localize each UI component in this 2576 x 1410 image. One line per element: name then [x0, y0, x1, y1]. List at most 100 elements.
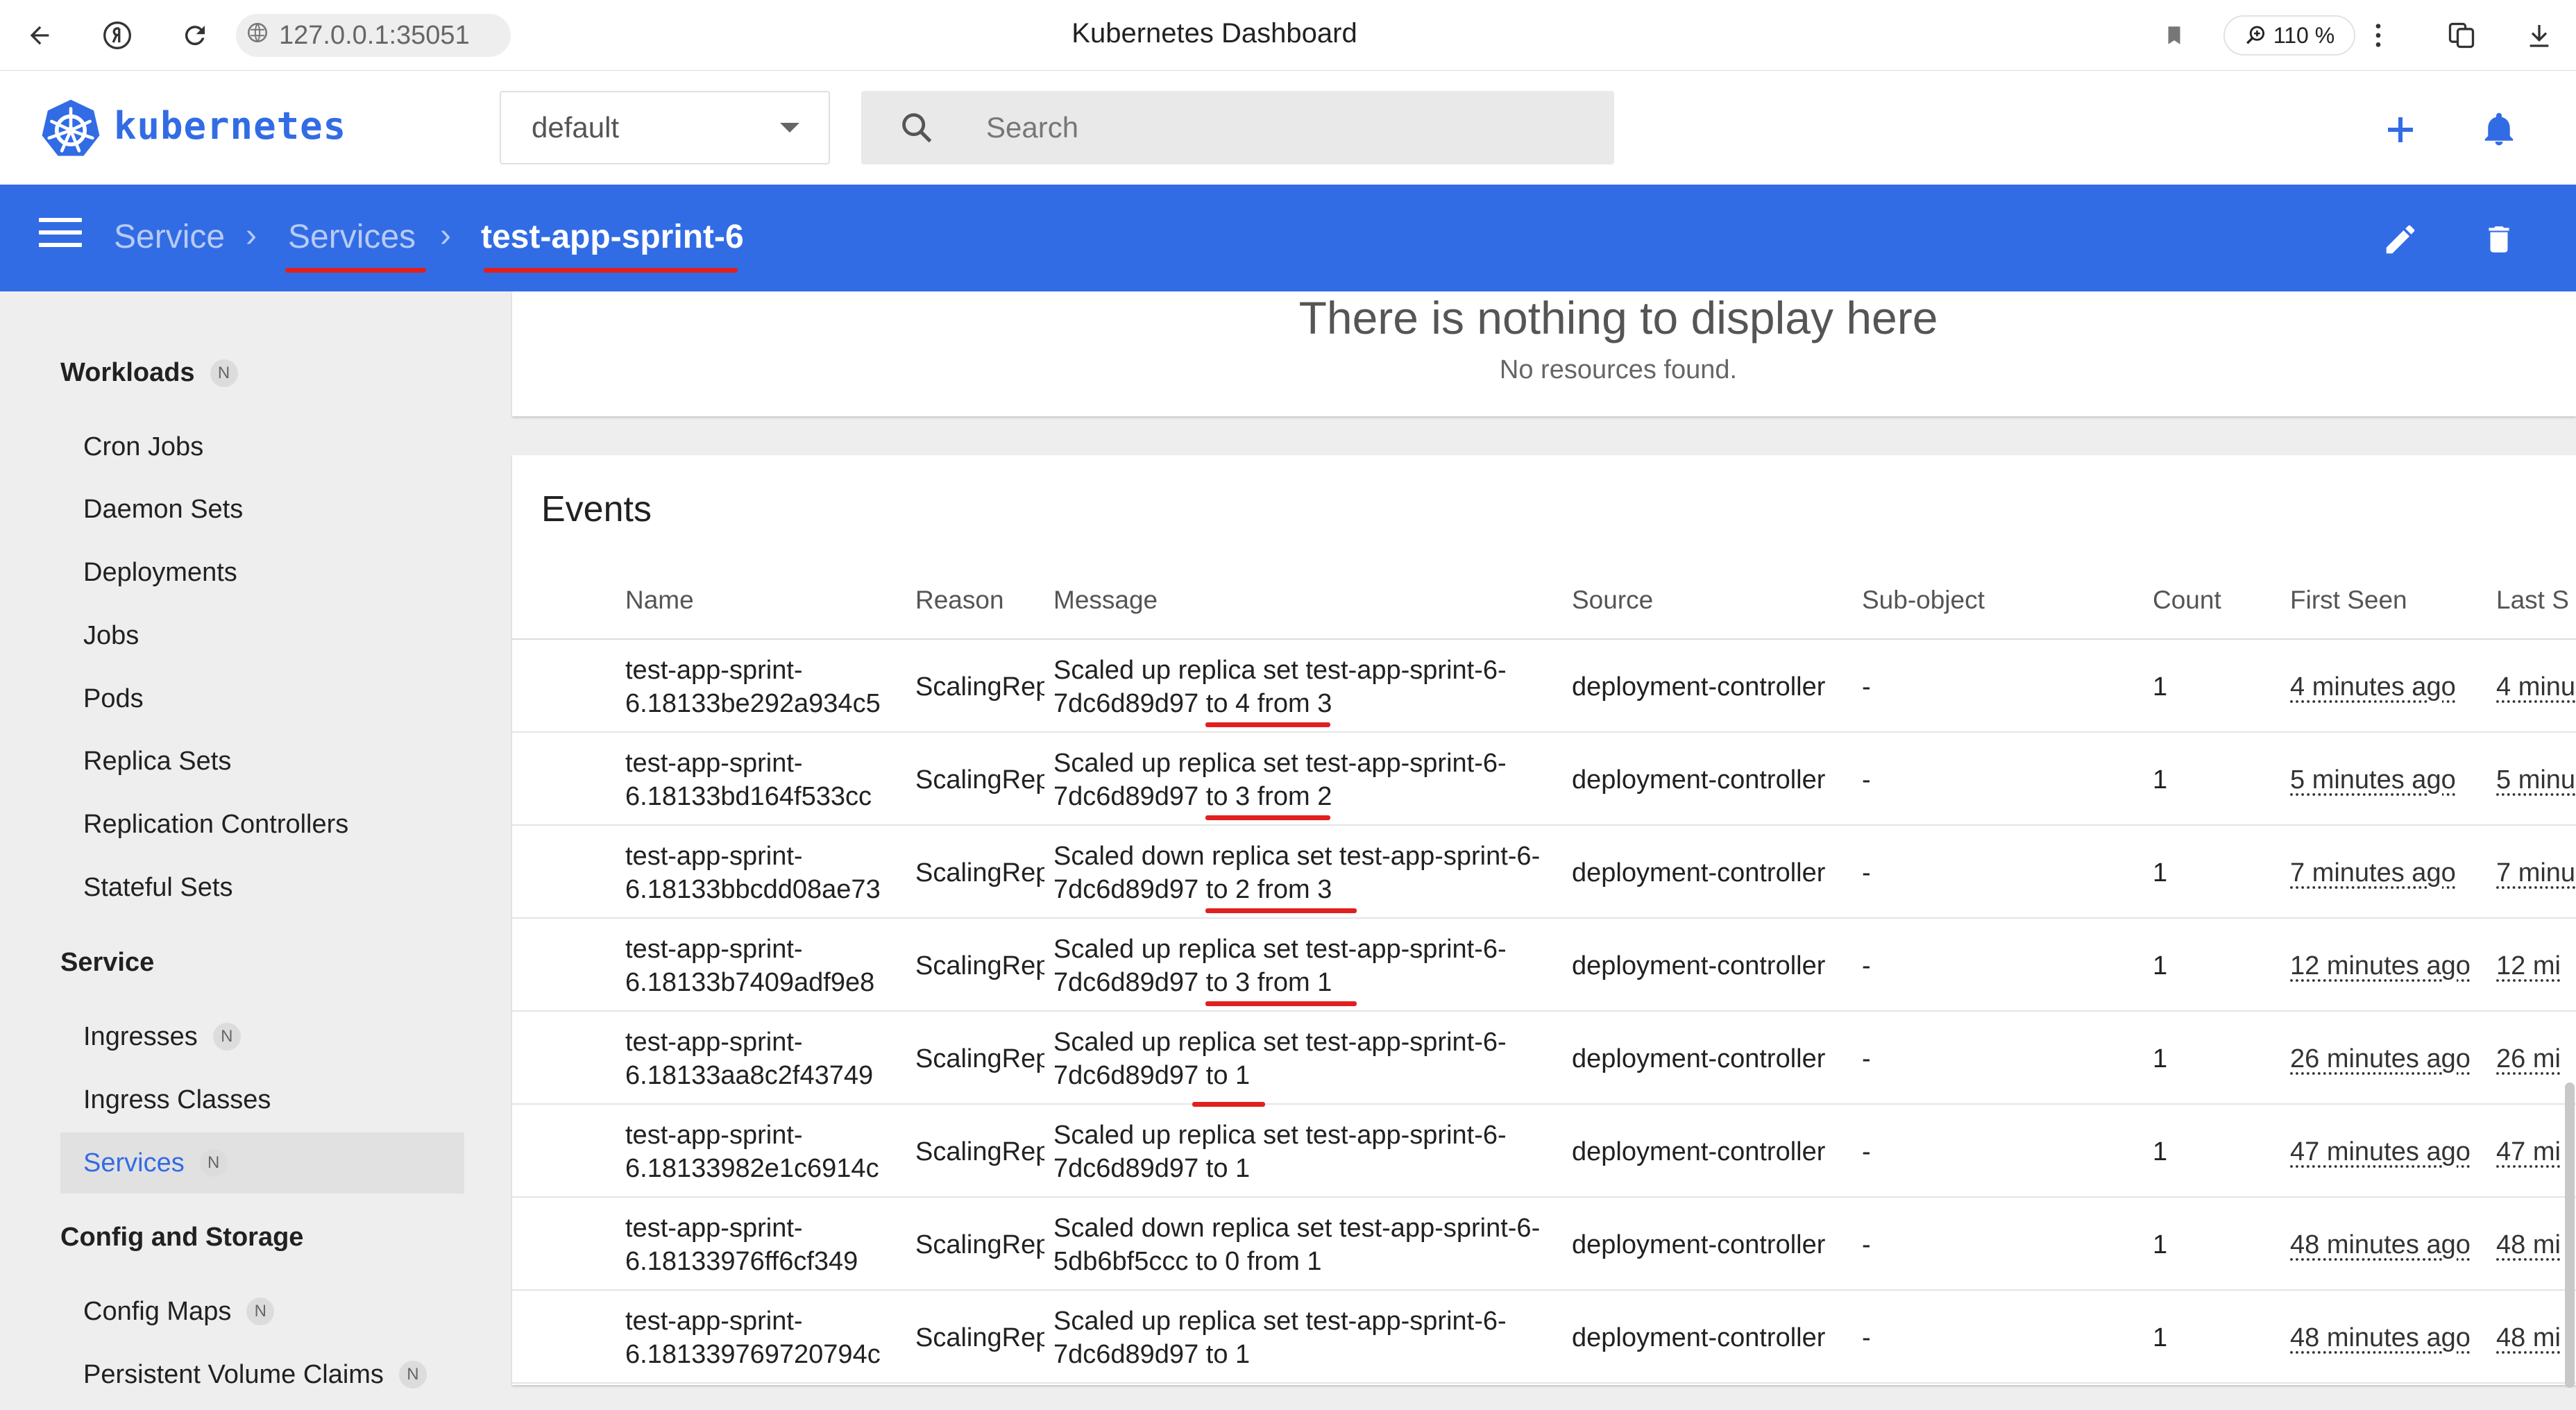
sidebar-section-config-storage[interactable]: Config and Storage	[60, 1223, 303, 1252]
cell-line: 6.181339769720794c	[625, 1340, 881, 1369]
cell-last-seen[interactable]: 7 minu	[2496, 856, 2576, 890]
dropdown-caret-icon	[780, 123, 799, 133]
cell-last-seen[interactable]: 47 mi	[2496, 1135, 2576, 1169]
sidebar-item-persistent-volume-claims[interactable]: Persistent Volume Claims N	[60, 1344, 464, 1405]
cell-reason: ScalingRep	[915, 951, 1044, 980]
table-row[interactable]: test-app-sprint- 6.18133aa8c2f43749 Scalin…	[512, 1012, 2576, 1105]
column-header-message[interactable]: Message	[1053, 586, 1158, 615]
create-plus-icon[interactable]	[2376, 105, 2425, 154]
cell-name: test-app-sprint- 6.18133bd164f533cc	[625, 747, 903, 813]
search-bar[interactable]	[861, 91, 1614, 164]
bookmark-icon[interactable]	[2154, 15, 2194, 56]
cell-last-seen[interactable]: 48 mi	[2496, 1321, 2576, 1354]
cell-first-seen[interactable]: 12 minutes ago	[2290, 949, 2491, 983]
search-input[interactable]	[986, 111, 1611, 144]
window-title: Kubernetes Dashboard	[1071, 18, 1357, 49]
zoom-indicator[interactable]: 110 %	[2223, 15, 2355, 56]
site-info-icon[interactable]	[236, 21, 279, 50]
column-header-count[interactable]: Count	[2153, 586, 2221, 615]
sidebar-item-pods[interactable]: Pods	[60, 668, 464, 729]
hamburger-menu-icon[interactable]	[39, 218, 82, 258]
sidebar-item-deployments[interactable]: Deployments	[60, 542, 464, 603]
cell-last-seen[interactable]: 4 minu	[2496, 670, 2576, 704]
sidebar-item-label: Deployments	[83, 557, 237, 587]
sidebar-item-daemon-sets[interactable]: Daemon Sets	[60, 479, 464, 540]
cell-count: 1	[2153, 672, 2168, 702]
sidebar-item-replication-controllers[interactable]: Replication Controllers	[60, 794, 464, 855]
sidebar-item-label: Cron Jobs	[83, 432, 204, 461]
download-icon[interactable]	[2519, 15, 2559, 56]
sidebar-item-config-maps[interactable]: Config Maps N	[60, 1281, 464, 1342]
table-row[interactable]: test-app-sprint- 6.18133bd164f533cc Scalin…	[512, 733, 2576, 826]
cell-source: deployment-controller	[1572, 765, 1826, 795]
cell-reason: ScalingRep	[915, 1230, 1044, 1259]
cell-first-seen[interactable]: 48 minutes ago	[2290, 1228, 2491, 1262]
sidebar-section-service[interactable]: Service	[60, 948, 154, 978]
sidebar-item-stateful-sets[interactable]: Stateful Sets	[60, 857, 464, 918]
column-header-last-seen[interactable]: Last S	[2496, 586, 2569, 615]
column-header-source[interactable]: Source	[1572, 586, 1653, 615]
delete-trash-icon[interactable]	[2475, 215, 2523, 264]
cell-last-seen[interactable]: 12 mi	[2496, 949, 2576, 983]
cell-source: deployment-controller	[1572, 672, 1826, 702]
cell-first-seen[interactable]: 26 minutes ago	[2290, 1042, 2491, 1076]
cell-first-seen[interactable]: 7 minutes ago	[2290, 856, 2491, 890]
reload-icon[interactable]	[175, 15, 215, 56]
cell-source: deployment-controller	[1572, 1044, 1826, 1073]
cell-last-seen[interactable]: 26 mi	[2496, 1042, 2576, 1076]
cell-first-seen[interactable]: 47 minutes ago	[2290, 1135, 2491, 1169]
cell-subobject: -	[1862, 951, 1871, 980]
cell-line: 7dc6d89d97 to 3 from 2	[1053, 782, 1332, 811]
column-header-first-seen[interactable]: First Seen	[2290, 586, 2407, 615]
column-header-name[interactable]: Name	[625, 586, 694, 615]
cell-last-seen[interactable]: 5 minu	[2496, 763, 2576, 797]
back-arrow-icon[interactable]	[19, 15, 60, 56]
table-row[interactable]: test-app-sprint- 6.18133be292a934c5 Scalin…	[512, 640, 2576, 733]
cell-message: Scaled up replica set test-app-sprint-6-…	[1053, 1119, 1567, 1185]
kubernetes-logo-icon[interactable]	[39, 97, 103, 161]
sidebar-item-ingresses[interactable]: Ingresses N	[60, 1006, 464, 1067]
cell-line: Scaled up replica set test-app-sprint-6-	[1053, 656, 1507, 685]
sidebar-section-workloads[interactable]: Workloads N	[60, 358, 238, 388]
column-header-reason[interactable]: Reason	[915, 586, 1004, 615]
table-row[interactable]: test-app-sprint- 6.18133982e1c6914c Scalin…	[512, 1105, 2576, 1198]
table-row[interactable]: test-app-sprint- 6.18133976ff6cf349 Scalin…	[512, 1198, 2576, 1291]
breadcrumb-service[interactable]: Service	[114, 218, 225, 256]
cell-reason: ScalingRep	[915, 1044, 1044, 1073]
cell-line: 7dc6d89d97 to 1	[1053, 1061, 1251, 1090]
empty-state-subtitle: No resources found.	[1499, 355, 1738, 384]
cell-first-seen[interactable]: 48 minutes ago	[2290, 1321, 2491, 1354]
table-row[interactable]: test-app-sprint- 6.181339769720794c Scalin…	[512, 1291, 2576, 1384]
annotation-underline	[1205, 1001, 1357, 1006]
sidebar-item-label: Stateful Sets	[83, 872, 233, 902]
cell-message: Scaled down replica set test-app-sprint-…	[1053, 1212, 1567, 1278]
edit-pencil-icon[interactable]	[2376, 215, 2425, 264]
breadcrumb-services[interactable]: Services	[288, 218, 416, 256]
namespace-select[interactable]: default	[500, 91, 830, 164]
cell-last-seen[interactable]: 48 mi	[2496, 1228, 2576, 1262]
cell-message: Scaled up replica set test-app-sprint-6-…	[1053, 933, 1567, 999]
empty-state-title: There is nothing to display here	[1298, 292, 1938, 343]
sidebar-item-jobs[interactable]: Jobs	[60, 605, 464, 666]
sidebar-item-ingress-classes[interactable]: Ingress Classes	[60, 1069, 464, 1130]
sidebar-item-cron-jobs[interactable]: Cron Jobs	[60, 416, 464, 477]
cell-line: test-app-sprint-	[625, 1121, 803, 1150]
table-row[interactable]: test-app-sprint- 6.18133bbcdd08ae73 Scalin…	[512, 826, 2576, 919]
table-row[interactable]: test-app-sprint- 6.18133b7409adf9e8 Scalin…	[512, 919, 2576, 1012]
collections-icon[interactable]	[2441, 15, 2482, 56]
sidebar-item-replica-sets[interactable]: Replica Sets	[60, 731, 464, 792]
notifications-bell-icon[interactable]	[2475, 105, 2523, 154]
yandex-icon[interactable]	[97, 15, 137, 56]
address-bar[interactable]: 127.0.0.1:35051	[236, 14, 511, 57]
cell-first-seen[interactable]: 5 minutes ago	[2290, 763, 2491, 797]
sidebar-item-label: Daemon Sets	[83, 494, 244, 524]
sidebar-item-services[interactable]: Services N	[60, 1132, 464, 1194]
more-vert-icon[interactable]	[2358, 15, 2398, 56]
cell-first-seen[interactable]: 4 minutes ago	[2290, 670, 2491, 704]
scrollbar[interactable]	[2565, 1082, 2575, 1388]
kubernetes-logo-text[interactable]: kubernetes	[114, 104, 346, 148]
cell-line: 7dc6d89d97 to 1	[1053, 1154, 1251, 1183]
cell-name: test-app-sprint- 6.18133bbcdd08ae73	[625, 840, 903, 906]
cell-line: test-app-sprint-	[625, 935, 803, 964]
column-header-sub-object[interactable]: Sub-object	[1862, 586, 1985, 615]
